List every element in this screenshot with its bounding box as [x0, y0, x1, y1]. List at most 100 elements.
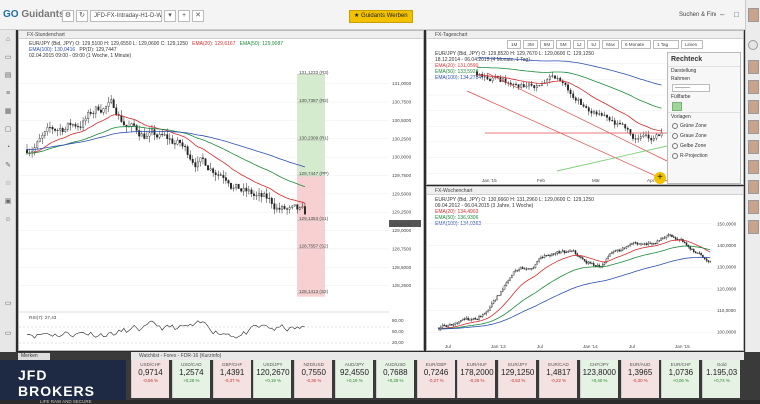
layout-icon[interactable]: ▭ — [3, 330, 13, 338]
candle — [689, 246, 691, 250]
ticker-tile[interactable]: CHF/JPY 123,8000 +0,40 % — [579, 360, 618, 398]
folder-icon[interactable]: ▣ — [3, 198, 13, 206]
ticker-tile[interactable]: EUR/HUF 178,2000 -0,25 % — [457, 360, 496, 398]
home-icon[interactable]: ⌂ — [3, 36, 13, 44]
avatar[interactable] — [748, 120, 759, 134]
dock-icon[interactable]: ▭ — [3, 300, 13, 308]
maximize-icon[interactable]: □ — [734, 10, 739, 19]
candle — [548, 75, 551, 80]
fill-color-swatch[interactable] — [672, 102, 682, 111]
candle — [574, 97, 577, 101]
star-icon[interactable]: ☆ — [3, 180, 13, 188]
ticker-tile[interactable]: USD/JPY 120,2670 +0,19 % — [253, 360, 292, 398]
frame-style-select[interactable]: ——— — [672, 84, 710, 92]
avatar[interactable] — [748, 140, 759, 154]
ticker-tile[interactable]: USD/CHF 0,9714 -0,56 % — [131, 360, 169, 398]
channel-line-upper — [486, 72, 668, 162]
broker-logo[interactable]: JFD BROKERS LIFE RAW AND SECURE — [0, 360, 126, 404]
candle — [525, 268, 528, 270]
ticker-tile[interactable]: NZD/USD 0,7550 -0,36 % — [294, 360, 333, 398]
candle — [567, 251, 569, 253]
candle — [483, 313, 486, 315]
candle — [480, 316, 482, 318]
ticker-tile[interactable]: EUR/CAD 1,4817 -0,22 % — [539, 360, 577, 398]
pivot-level-label: 130,2309 (R1) — [299, 135, 329, 140]
guidants-werben-button[interactable]: ★ Guidants Werben — [349, 10, 413, 23]
tf-button[interactable]: 1M — [507, 40, 522, 49]
tab-merken[interactable]: Merken — [18, 353, 50, 360]
user-icon[interactable]: ☺ — [3, 216, 13, 224]
candle — [621, 123, 624, 125]
candle — [275, 207, 278, 210]
template-yellow-zone[interactable]: Gelbe Zone — [668, 141, 740, 151]
ticker-change: -0,25 % — [469, 378, 485, 383]
chart-icon[interactable]: ▤ — [3, 72, 13, 80]
ticker-tile[interactable]: EUR/CHF 1,0736 +0,06 % — [661, 360, 700, 398]
tf-button[interactable]: 6M — [539, 40, 555, 49]
ticker-tile[interactable]: AUD/USD 0,7688 +0,28 % — [375, 360, 414, 398]
tf-button[interactable]: Max — [602, 40, 619, 49]
avatar[interactable] — [748, 180, 759, 194]
tools-icon[interactable]: ✎ — [3, 162, 13, 170]
avatar[interactable] — [748, 200, 759, 214]
candle — [652, 138, 655, 141]
minimize-icon[interactable]: – — [720, 10, 724, 19]
ticker-tile[interactable]: AUD/JPY 92,4550 +0,19 % — [335, 360, 373, 398]
avatar[interactable] — [748, 100, 759, 114]
settings-icon[interactable]: ⚙ — [62, 10, 74, 22]
candle — [471, 319, 473, 321]
candle — [478, 316, 480, 320]
tf-button[interactable]: 3M — [523, 40, 538, 49]
avatar[interactable] — [748, 220, 759, 234]
chart-type-select[interactable]: Linien — [680, 40, 703, 49]
candle — [595, 111, 598, 115]
grid-icon[interactable]: ▦ — [3, 108, 13, 116]
ticker-tile[interactable]: Gold 1.195,03 +0,74 % — [702, 360, 741, 398]
interval-select[interactable]: 1 Tag — [652, 40, 679, 49]
y-tick-label: 130,5000 — [392, 118, 412, 123]
candle — [199, 157, 202, 163]
template-green-zone[interactable]: Grüne Zone — [668, 121, 740, 131]
period-select[interactable]: 6 Monate — [620, 40, 651, 49]
chevron-down-icon[interactable]: ▾ — [164, 10, 176, 22]
ticker-tile[interactable]: EUR/AUD 1,3965 -0,30 % — [620, 360, 659, 398]
tf-button[interactable]: 5J — [587, 40, 601, 49]
candle — [665, 235, 668, 239]
candle — [498, 294, 500, 297]
avatar[interactable] — [748, 80, 759, 94]
hourly-chart-svg[interactable]: 131,1233 (R3) 130,7387 (R2) 130,2309 (R1) 1… — [19, 39, 423, 350]
add-icon[interactable]: + — [178, 10, 190, 22]
delete-icon[interactable]: ✕ — [192, 10, 204, 22]
ticker-value: 0,7688 — [383, 368, 408, 377]
list-icon[interactable]: ≡ — [3, 90, 13, 98]
candle — [703, 257, 706, 259]
avatar[interactable] — [748, 160, 759, 174]
ticker-tile[interactable]: EUR/JPY 129,1250 -0,53 % — [498, 360, 537, 398]
y-tick-label: 130,2500 — [392, 136, 412, 141]
refresh-icon[interactable]: ↻ — [76, 10, 88, 22]
gauge-icon[interactable]: ◔ — [3, 144, 13, 152]
template-r-projection[interactable]: R-Projection — [668, 151, 740, 161]
weekly-chart-svg[interactable]: 150,0000 140,0000 130,0000 120,0000 110,0000… — [427, 195, 743, 350]
news-icon[interactable]: ▢ — [3, 126, 13, 134]
avatar[interactable] — [748, 60, 759, 74]
avatar[interactable] — [748, 8, 759, 22]
ticker-tile[interactable]: EUR/GBP 0,7246 -0,27 % — [416, 360, 455, 398]
tf-button[interactable]: 1J — [572, 40, 586, 49]
candle — [518, 269, 520, 271]
candle — [647, 242, 650, 245]
guidants-logo[interactable]: GO Guidants — [3, 9, 65, 20]
bulb-icon[interactable] — [748, 40, 758, 50]
monitor-icon[interactable]: ▭ — [3, 54, 13, 62]
candle — [227, 180, 230, 184]
ticker-tile[interactable]: USD/CAD 1,2574 +0,28 % — [171, 360, 210, 398]
template-grey-zone[interactable]: Graue Zone — [668, 131, 740, 141]
search-link[interactable]: Suchen & Finden — [676, 10, 716, 22]
ticker-tile[interactable]: GBP/CHF 1,4391 -0,37 % — [212, 360, 251, 398]
workspace-select[interactable]: JFD-FX-Intraday-H1-D-W — [90, 10, 162, 22]
tf-button[interactable]: 5M — [556, 40, 571, 49]
ticker-change: +0,74 % — [713, 378, 730, 383]
candle — [562, 250, 564, 253]
candle — [263, 193, 266, 197]
ticker-name: AUD/USD — [384, 362, 406, 367]
